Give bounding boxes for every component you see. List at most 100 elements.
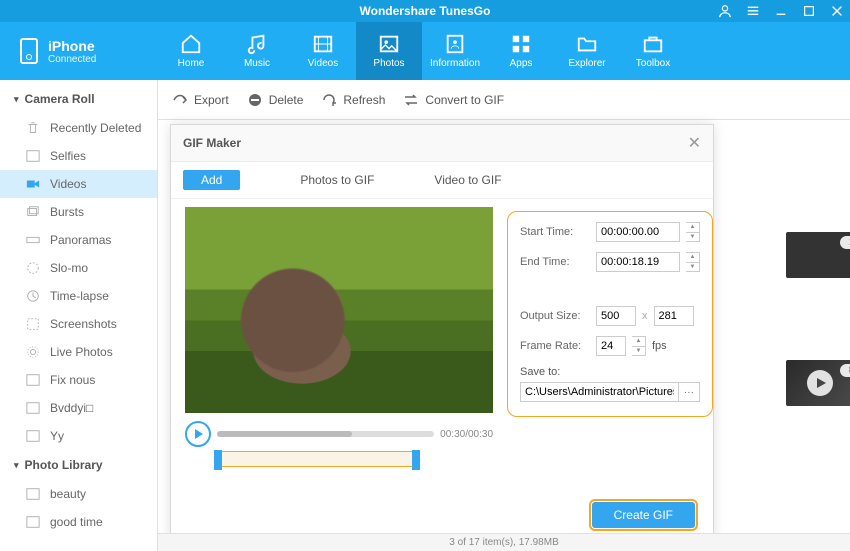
clock-icon: [24, 289, 42, 303]
dialog-title: GIF Maker: [183, 136, 241, 150]
settings-box: Start Time: ▲▼ End Time: ▲▼ Output Size:: [507, 211, 713, 417]
sidebar-item-bursts[interactable]: Bursts: [0, 198, 157, 226]
nav-explorer[interactable]: Explorer: [554, 22, 620, 80]
sidebar-item-videos[interactable]: Videos: [0, 170, 157, 198]
refresh-icon: [321, 92, 337, 108]
nav-photos[interactable]: Photos: [356, 22, 422, 80]
nav-videos[interactable]: Videos: [290, 22, 356, 80]
tab-video-to-gif[interactable]: Video to GIF: [434, 173, 501, 187]
x-separator: x: [642, 310, 648, 322]
contacts-icon: [444, 33, 466, 55]
film-icon: [312, 33, 334, 55]
end-time-label: End Time:: [520, 256, 590, 268]
device-name: iPhone: [48, 38, 96, 54]
sidebar-item-screenshots[interactable]: Screenshots: [0, 310, 157, 338]
image-icon: [24, 487, 42, 501]
width-input[interactable]: [596, 306, 636, 326]
refresh-button[interactable]: Refresh: [321, 92, 385, 108]
minus-icon: [247, 92, 263, 108]
sidebar-item-fixnous[interactable]: Fix nous: [0, 366, 157, 394]
folder-icon: [576, 33, 598, 55]
status-bar: 3 of 17 item(s), 17.98MB: [158, 533, 850, 551]
stack-icon: [24, 205, 42, 219]
top-nav: iPhone Connected Home Music Videos Photo…: [0, 22, 850, 80]
range-handle-left[interactable]: [214, 450, 222, 470]
camcorder-icon: [24, 177, 42, 191]
user-icon[interactable]: [718, 4, 732, 18]
sidebar: Camera Roll Recently Deleted Selfies Vid…: [0, 80, 158, 551]
trash-icon: [24, 121, 42, 135]
create-gif-button[interactable]: Create GIF: [592, 502, 695, 528]
play-button[interactable]: [185, 421, 211, 447]
nav-apps[interactable]: Apps: [488, 22, 554, 80]
frame-rate-label: Frame Rate:: [520, 340, 590, 352]
status-text: 3 of 17 item(s), 17.98MB: [449, 537, 559, 548]
fps-input[interactable]: [596, 336, 626, 356]
sidebar-item-slomo[interactable]: Slo-mo: [0, 254, 157, 282]
sidebar-item-selfies[interactable]: Selfies: [0, 142, 157, 170]
device-box[interactable]: iPhone Connected: [0, 22, 158, 80]
minimize-icon[interactable]: [774, 4, 788, 18]
photo-icon: [378, 33, 400, 55]
height-input[interactable]: [654, 306, 694, 326]
maximize-icon[interactable]: [802, 4, 816, 18]
nav-information[interactable]: Information: [422, 22, 488, 80]
toolbar: Export Delete Refresh Convert to GIF: [158, 80, 850, 120]
delete-button[interactable]: Delete: [247, 92, 304, 108]
save-to-label: Save to:: [520, 366, 700, 378]
selection-range[interactable]: [217, 451, 417, 467]
image-icon: [24, 401, 42, 415]
badge: 8: [840, 364, 850, 377]
time-display: 00:30/00:30: [440, 429, 493, 440]
nav-toolbox[interactable]: Toolbox: [620, 22, 686, 80]
image-icon: [24, 515, 42, 529]
close-icon[interactable]: [830, 4, 844, 18]
convert-button[interactable]: Convert to GIF: [403, 92, 504, 108]
sidebar-group-photo-library[interactable]: Photo Library: [0, 450, 157, 480]
video-thumb-1[interactable]: 1: [786, 232, 850, 278]
phone-icon: [20, 38, 38, 64]
sidebar-group-camera-roll[interactable]: Camera Roll: [0, 84, 157, 114]
output-size-label: Output Size:: [520, 310, 590, 322]
end-stepper[interactable]: ▲▼: [686, 252, 700, 272]
start-time-input[interactable]: [596, 222, 680, 242]
fps-unit: fps: [652, 340, 667, 352]
slomo-icon: [24, 261, 42, 275]
sidebar-item-yy[interactable]: Yy: [0, 422, 157, 450]
gif-maker-dialog: GIF Maker ✕ Add Photos to GIF Video to G…: [170, 124, 714, 541]
fps-stepper[interactable]: ▲▼: [632, 336, 646, 356]
nav-music[interactable]: Music: [224, 22, 290, 80]
nav-home[interactable]: Home: [158, 22, 224, 80]
save-path-input[interactable]: [520, 382, 679, 402]
convert-icon: [403, 92, 419, 108]
capture-icon: [24, 317, 42, 331]
sidebar-item-bvddyi[interactable]: Bvddyi□: [0, 394, 157, 422]
image-icon: [24, 373, 42, 387]
scrubber[interactable]: [217, 431, 434, 437]
export-icon: [172, 92, 188, 108]
image-icon: [24, 149, 42, 163]
end-time-input[interactable]: [596, 252, 680, 272]
video-preview: [185, 207, 493, 413]
browse-button[interactable]: ···: [679, 382, 700, 402]
export-button[interactable]: Export: [172, 92, 229, 108]
video-thumb-2[interactable]: 8: [786, 360, 850, 406]
close-icon[interactable]: ✕: [688, 133, 701, 153]
sidebar-item-recently-deleted[interactable]: Recently Deleted: [0, 114, 157, 142]
tab-photos-to-gif[interactable]: Photos to GIF: [300, 173, 374, 187]
menu-icon[interactable]: [746, 4, 760, 18]
sidebar-item-panoramas[interactable]: Panoramas: [0, 226, 157, 254]
play-icon: [807, 370, 833, 396]
content-area: Export Delete Refresh Convert to GIF 1 8…: [158, 80, 850, 551]
range-handle-right[interactable]: [412, 450, 420, 470]
home-icon: [180, 33, 202, 55]
start-stepper[interactable]: ▲▼: [686, 222, 700, 242]
add-button[interactable]: Add: [183, 170, 240, 190]
sidebar-item-beauty[interactable]: beauty: [0, 480, 157, 508]
live-icon: [24, 345, 42, 359]
sidebar-item-goodtime[interactable]: good time: [0, 508, 157, 536]
sidebar-item-livephotos[interactable]: Live Photos: [0, 338, 157, 366]
device-status: Connected: [48, 54, 96, 65]
app-title: Wondershare TunesGo: [360, 4, 491, 18]
sidebar-item-timelapse[interactable]: Time-lapse: [0, 282, 157, 310]
